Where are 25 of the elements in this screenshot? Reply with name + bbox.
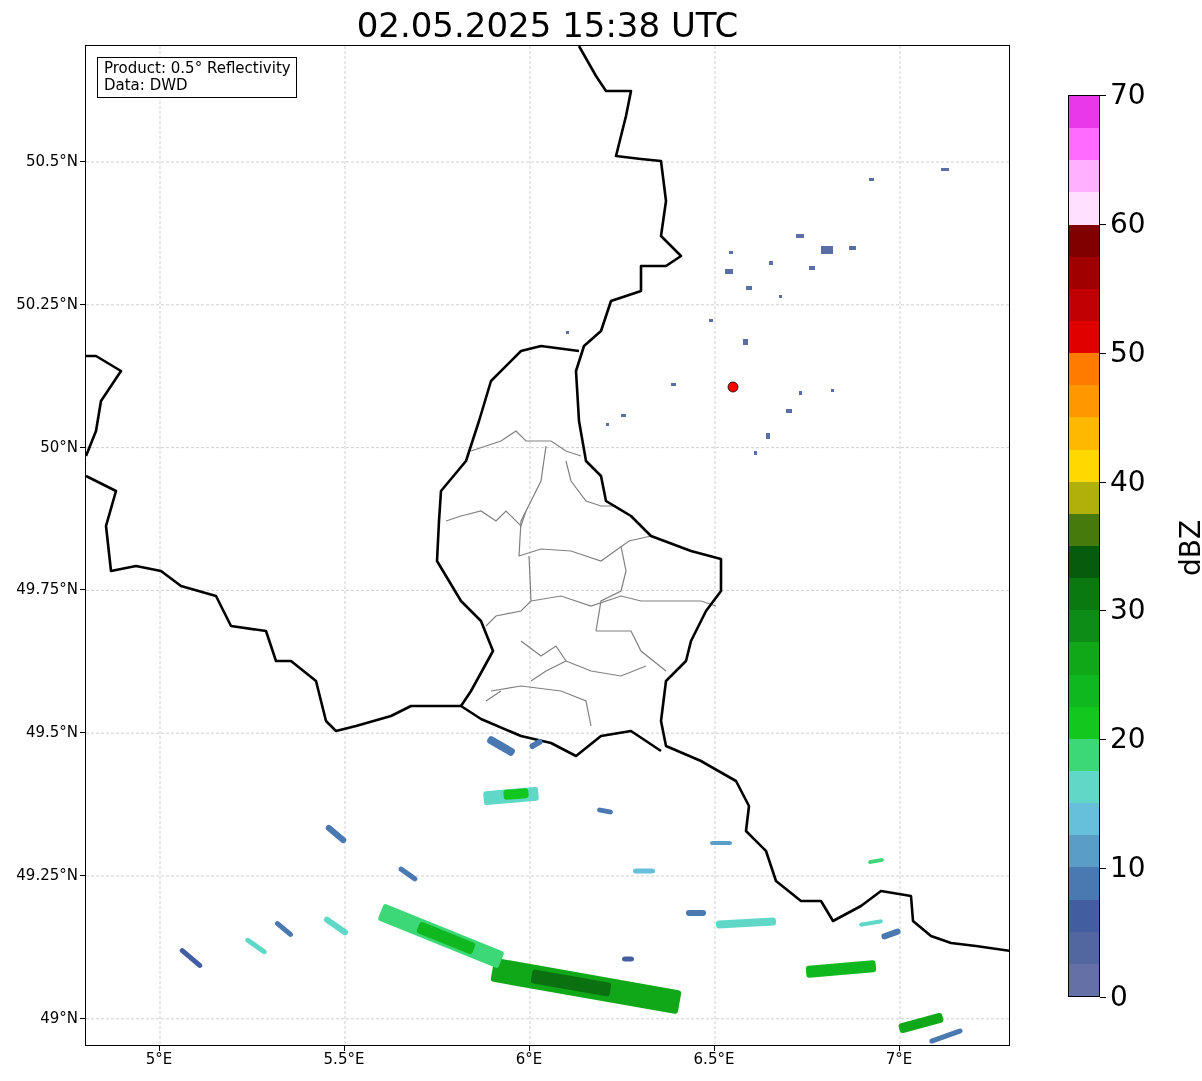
axis-tick-label: 49.5°N [25, 723, 78, 742]
scale-tick-label: 70 [1110, 80, 1146, 110]
axis-tick-label: 5°E [145, 1050, 173, 1068]
axis-tick-label: 50.5°N [25, 152, 78, 170]
scale-tick-label: 10 [1110, 853, 1146, 884]
scale-title: dBZ [1173, 519, 1202, 577]
scale-tick-label: 20 [1110, 724, 1146, 755]
legend-text: Product: 0.5° Reflectivity [104, 60, 291, 77]
axis-tick-label: 49.25°N [16, 866, 78, 884]
scale-tick-label: 0 [1110, 982, 1128, 1012]
scale-tick-label: 30 [1110, 595, 1146, 626]
tick-mark [1100, 997, 1106, 998]
axis-tick-label: 7°E [885, 1050, 913, 1068]
axis-tick-label: 49.75°N [16, 580, 78, 599]
legend-text: Data: DWD [104, 77, 189, 94]
scale-tick-label: 40 [1110, 466, 1146, 497]
axis-tick-label: 6°E [515, 1050, 543, 1068]
axis-tick-label: 49°N [40, 1008, 78, 1027]
axis-tick-label: 5.5°E [323, 1050, 365, 1068]
chart-title: 02.05.2025 15:38 UTC [355, 4, 740, 46]
axis-tick-label: 50.25°N [16, 294, 78, 313]
axis-tick-label: 6.5°E [693, 1050, 735, 1068]
scale-tick-label: 50 [1110, 337, 1146, 368]
axis-tick-label: 50°N [40, 437, 78, 456]
scale-tick-label: 60 [1110, 208, 1146, 239]
